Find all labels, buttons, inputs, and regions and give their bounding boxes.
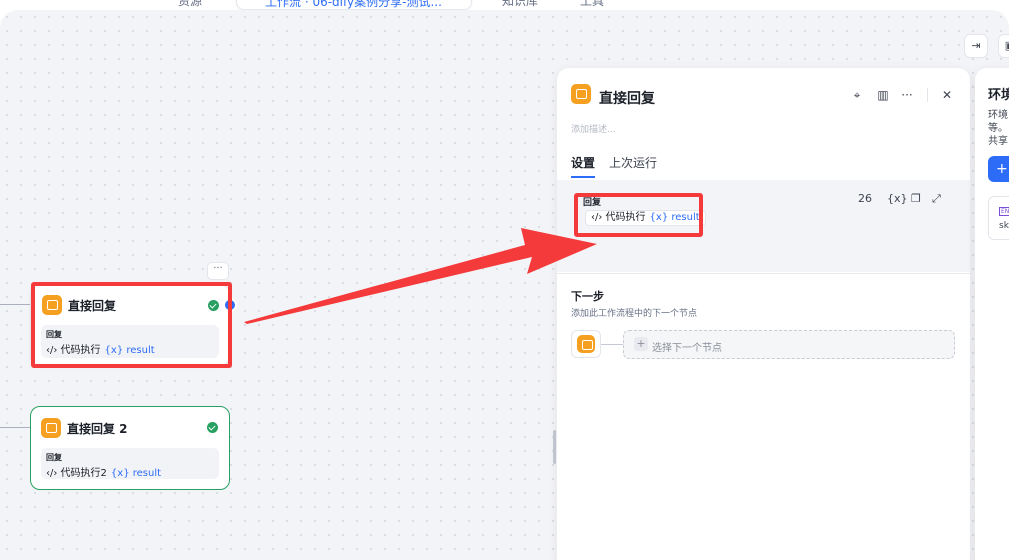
annotation-arrow-shape [244, 228, 597, 324]
app-root: 资源 工作流 · 06-dify案例分享-测试... 知识库 工具 ··· 直接… [0, 0, 1009, 560]
annotation-arrow [244, 228, 597, 324]
